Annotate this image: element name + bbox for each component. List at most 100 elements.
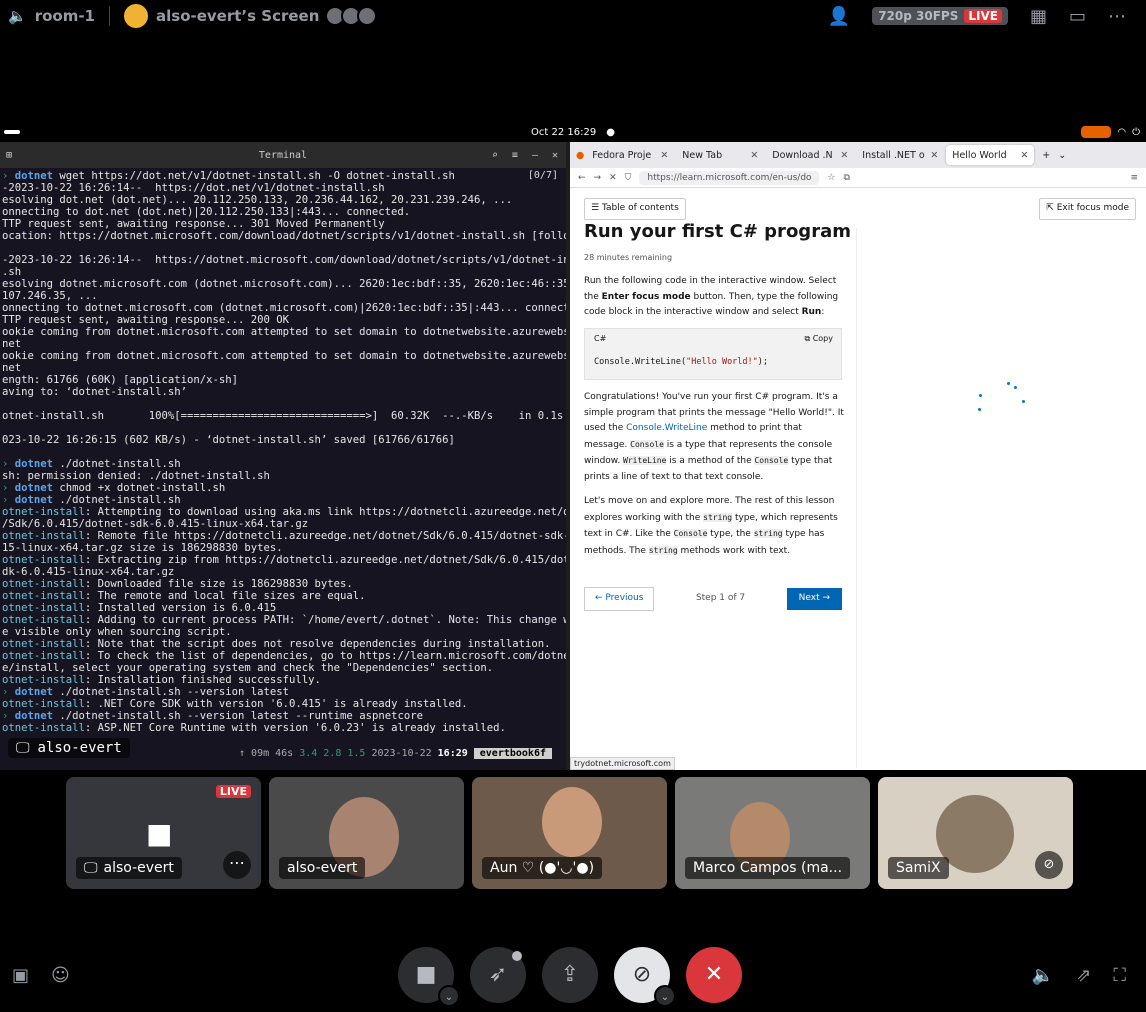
console-writeline-link[interactable]: Console.WriteLine [626, 423, 707, 433]
notification-dot [512, 951, 522, 961]
participant-tiles: LIVE ■ 🖵 also-evert ⋯ also-evert Aun ♡ (●… [66, 777, 1073, 889]
firefox-icon[interactable]: ● [576, 150, 584, 161]
chevron-down-icon[interactable]: ⌄ [438, 985, 460, 1007]
participant-tile[interactable]: also-evert [269, 777, 464, 889]
emoji-icon[interactable]: ☺ [51, 965, 70, 986]
terminal-line: onnecting to dot.net (dot.net)|20.112.25… [2, 206, 411, 218]
close-icon[interactable]: ✕ [552, 150, 558, 161]
close-icon[interactable]: ✕ [1020, 150, 1028, 161]
popout-icon[interactable]: ▭ [1069, 6, 1086, 27]
terminal-line: 107.246.35, ... [2, 290, 98, 302]
next-button[interactable]: Next → [786, 588, 842, 610]
copy-button[interactable]: ⧉ Copy [804, 331, 833, 347]
fullscreen-icon[interactable]: ⛶ [1113, 965, 1126, 986]
shield-icon[interactable]: ⛉ [625, 173, 632, 183]
participant-name: also-evert [103, 860, 174, 876]
participant-tile[interactable]: LIVE ■ 🖵 also-evert ⋯ [66, 777, 261, 889]
terminal-line: › dotnet ./dotnet-install.sh --version l… [2, 686, 290, 698]
recording-indicator[interactable] [1081, 126, 1112, 138]
activity-button[interactable]: ➶ [470, 947, 526, 1003]
search-icon[interactable]: ⌕ [492, 150, 498, 161]
participant-tile[interactable]: SamiX ⊘ [878, 777, 1073, 889]
terminal-line: otnet-install: ASP.NET Core Runtime with… [2, 722, 506, 734]
activities-indicator[interactable] [4, 130, 20, 134]
terminal-line: otnet-install: Attempting to download us… [2, 506, 566, 518]
inline-code: string [703, 512, 733, 522]
participant-tile[interactable]: Aun ♡ (●'◡'●) [472, 777, 667, 889]
close-icon[interactable]: ✕ [840, 150, 848, 161]
menu-icon[interactable]: ≡ [512, 150, 518, 161]
activity-icon[interactable]: ▣ [12, 965, 29, 986]
bookmark-icon[interactable]: ☆ [827, 173, 835, 183]
arrow-up-icon: ↑ [239, 747, 246, 759]
popout-icon[interactable]: ⇗ [1076, 965, 1091, 986]
camera-button[interactable]: ■ ⌄ [398, 947, 460, 1007]
power-icon[interactable]: ⏻ [1132, 127, 1140, 138]
inline-code: Console [630, 439, 664, 449]
browser-tab[interactable]: New Tab ✕ [676, 145, 764, 165]
loading-spinner [976, 380, 1026, 420]
participant-tile[interactable]: Marco Campos (ma... [675, 777, 870, 889]
participant-avatars[interactable] [325, 6, 378, 26]
menu-icon[interactable]: ≡ [1130, 173, 1138, 183]
inline-code: Console [754, 456, 789, 465]
close-icon[interactable]: ✕ [660, 150, 668, 161]
browser-tab-active[interactable]: Hello World ✕ [946, 145, 1035, 165]
previous-button[interactable]: ← Previous [584, 587, 655, 611]
inline-code: string [753, 529, 783, 538]
text: methods work with text. [677, 545, 791, 556]
terminal-output[interactable]: › dotnet wget https://dot.net/v1/dotnet-… [0, 168, 566, 746]
chevron-down-icon[interactable]: ⌄ [654, 985, 676, 1007]
spinner-dot [1014, 386, 1017, 389]
new-tab-icon[interactable]: + [1036, 150, 1056, 161]
close-icon[interactable]: ✕ [930, 150, 938, 161]
grid-icon[interactable]: ▦ [1030, 6, 1047, 27]
terminal-line: ength: 61766 (60K) [application/x-sh] [2, 374, 238, 386]
terminal-line: /Sdk/6.0.415/dotnet-sdk-6.0.415-linux-x6… [2, 518, 309, 530]
new-tab-icon[interactable]: ⊞ [6, 150, 12, 161]
browser-tab[interactable]: Fedora Proje ✕ [586, 145, 674, 165]
intro-paragraph: Run the following code in the interactiv… [584, 274, 844, 321]
tab-label: Fedora Proje [592, 149, 652, 161]
browser-nav-bar: ← → ✕ ⛉ https://learn.microsoft.com/en-u… [570, 168, 1146, 188]
terminal-line: -2023-10-22 16:26:14-- https://dotnet.mi… [2, 254, 566, 266]
camera-icon: ■ [415, 962, 437, 987]
terminal-title: Terminal [258, 149, 308, 161]
mute-button[interactable]: ⊘ ⌄ [614, 947, 676, 1007]
forward-icon[interactable]: → [594, 173, 602, 183]
add-user-icon[interactable]: 👤 [828, 6, 850, 27]
more-icon[interactable]: ⋯ [223, 851, 251, 879]
exit-focus-mode-button[interactable]: ⇱ Exit focus mode [1039, 198, 1136, 220]
share-screen-button[interactable]: ⇪ [542, 947, 598, 1003]
more-icon[interactable]: ⋯ [1108, 6, 1126, 27]
back-icon[interactable]: ← [578, 173, 586, 183]
browser-tab[interactable]: Install .NET o ✕ [856, 145, 944, 165]
minimize-icon[interactable]: – [532, 150, 538, 161]
browser-tab-bar: ● Fedora Proje ✕ New Tab ✕ Download .N ✕ In… [570, 142, 1146, 168]
close-icon[interactable]: ✕ [750, 150, 758, 161]
chevron-down-icon[interactable]: ⌄ [1058, 150, 1066, 161]
browser-window[interactable]: ● Fedora Proje ✕ New Tab ✕ Download .N ✕ In… [570, 142, 1146, 770]
volume-icon[interactable]: 🔈 [1032, 965, 1054, 986]
terminal-line: otnet-install: Extracting zip from https… [2, 554, 566, 566]
stop-icon[interactable]: ✕ [609, 173, 617, 183]
stream-quality-badge: 720p 30FPS LIVE [872, 7, 1008, 25]
live-badge: LIVE [215, 785, 251, 798]
stop-stream-button[interactable]: ✕ [686, 947, 742, 1003]
voice-channel[interactable]: 🔈 room-1 [8, 7, 95, 25]
browser-tab[interactable]: Download .N ✕ [766, 145, 854, 165]
desktop-clock[interactable]: Oct 22 16:29 [531, 127, 596, 138]
screen-share-stream[interactable]: Oct 22 16:29 ● ◠ ⏻ ⊞ Terminal ⌕ ≡ – ✕ › … [0, 122, 1146, 770]
terminal-line: ookie coming from dotnet.microsoft.com a… [2, 350, 566, 362]
extensions-icon[interactable]: ⧉ [843, 173, 849, 183]
url-bar[interactable]: https://learn.microsoft.com/en-us/do [639, 170, 820, 185]
table-of-contents-button[interactable]: ☰ Table of contents [584, 198, 686, 220]
camera-icon: ■ [146, 817, 173, 850]
terminal-line: otnet-install: The remote and local file… [2, 590, 366, 602]
terminal-window[interactable]: ⊞ Terminal ⌕ ≡ – ✕ › dotnet wget https:/… [0, 142, 566, 770]
hostname: evertbook6f [473, 747, 552, 759]
status-url: trydotnet.microsoft.com [570, 757, 675, 770]
code-line: Console.WriteLine("Hello World!"); [594, 355, 768, 371]
